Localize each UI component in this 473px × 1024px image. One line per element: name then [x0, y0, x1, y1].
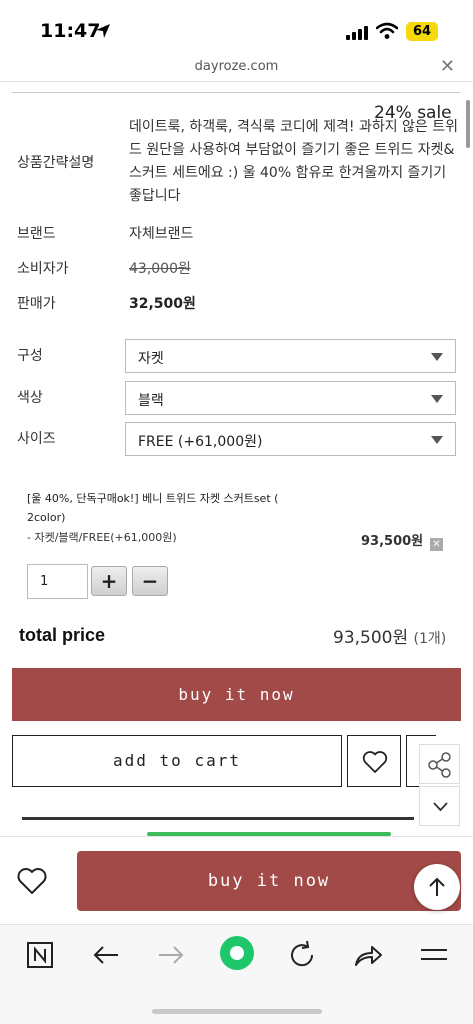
selected-item-option: - 자켓/블랙/FREE(+61,000원): [27, 531, 177, 544]
scroll-to-top-button[interactable]: [414, 864, 460, 910]
refresh-icon[interactable]: [286, 939, 318, 971]
add-to-cart-button[interactable]: add to cart: [12, 735, 342, 787]
clock: 11:47: [40, 20, 101, 42]
naver-home-icon[interactable]: [24, 939, 56, 971]
heart-icon[interactable]: [16, 867, 48, 895]
consumer-price-label: 소비자가: [17, 261, 69, 277]
wifi-icon: [376, 22, 398, 39]
cellular-signal-icon: [346, 24, 368, 40]
selected-item-name: [울 40%, 단독구매ok!] 베니 트위드 자켓 스커트set ( 2col…: [27, 492, 279, 524]
chevron-down-icon: [431, 436, 443, 444]
url-text: dayroze.com: [194, 59, 279, 74]
back-arrow-icon[interactable]: [90, 939, 122, 971]
browser-toolbar: [0, 924, 473, 1024]
quantity-plus-button[interactable]: +: [91, 566, 127, 596]
brand-label: 브랜드: [17, 226, 56, 242]
heart-icon: [362, 751, 388, 773]
size-label: 사이즈: [17, 431, 56, 447]
size-select[interactable]: FREE (+61,000원): [125, 422, 456, 456]
green-dot-icon[interactable]: [217, 933, 257, 973]
brand-value: 자체브랜드: [129, 226, 194, 242]
home-indicator: [152, 1009, 322, 1014]
chevron-down-icon: [433, 802, 448, 812]
wishlist-button[interactable]: [347, 735, 401, 787]
color-select[interactable]: 블랙: [125, 381, 456, 415]
total-count: (1개): [413, 631, 447, 647]
total-price-label: total price: [19, 625, 106, 645]
location-arrow-icon: [96, 24, 110, 38]
sticky-bottom-bar: buy it now: [0, 836, 473, 924]
remove-item-icon[interactable]: ✕: [430, 538, 443, 551]
scrollbar[interactable]: [466, 100, 470, 148]
browser-url-bar[interactable]: dayroze.com ✕: [0, 54, 473, 82]
battery-indicator: 64: [406, 22, 438, 41]
close-icon[interactable]: ✕: [440, 56, 455, 77]
quantity-minus-button[interactable]: −: [132, 566, 168, 596]
color-selected-value: 블랙: [138, 393, 164, 409]
forward-arrow-icon[interactable]: [155, 939, 187, 971]
share-button[interactable]: [419, 744, 460, 784]
divider: [22, 817, 414, 820]
total-price-value: 93,500원 (1개): [333, 623, 446, 648]
color-label: 색상: [17, 390, 43, 406]
divider: [12, 92, 460, 93]
description-value: 데이트룩, 하객룩, 격식룩 코디에 제격! 과하지 않은 트위드 원단을 사용…: [129, 119, 459, 204]
share-arrow-icon[interactable]: [352, 939, 384, 971]
arrow-up-icon: [429, 877, 445, 896]
menu-icon[interactable]: [418, 939, 450, 971]
quantity-input[interactable]: [27, 564, 88, 599]
description-label: 상품간략설명: [17, 155, 95, 171]
buy-now-button[interactable]: buy it now: [12, 668, 461, 721]
composition-selected-value: 자켓: [138, 351, 164, 367]
chevron-down-icon: [431, 353, 443, 361]
sale-price-value: 32,500원: [129, 296, 196, 312]
sale-price-label: 판매가: [17, 296, 56, 312]
chevron-down-icon: [431, 395, 443, 403]
scroll-down-button[interactable]: [419, 786, 460, 826]
selected-item-price: 93,500원: [361, 534, 424, 549]
share-icon: [428, 752, 451, 778]
total-amount: 93,500원: [333, 628, 409, 648]
size-selected-value: FREE (+61,000원): [138, 434, 263, 450]
consumer-price-value: 43,000원: [129, 261, 191, 277]
composition-label: 구성: [17, 348, 43, 364]
status-bar: 11:47 64: [0, 0, 473, 54]
sticky-buy-now-button[interactable]: buy it now: [77, 851, 461, 911]
composition-select[interactable]: 자켓: [125, 339, 456, 373]
